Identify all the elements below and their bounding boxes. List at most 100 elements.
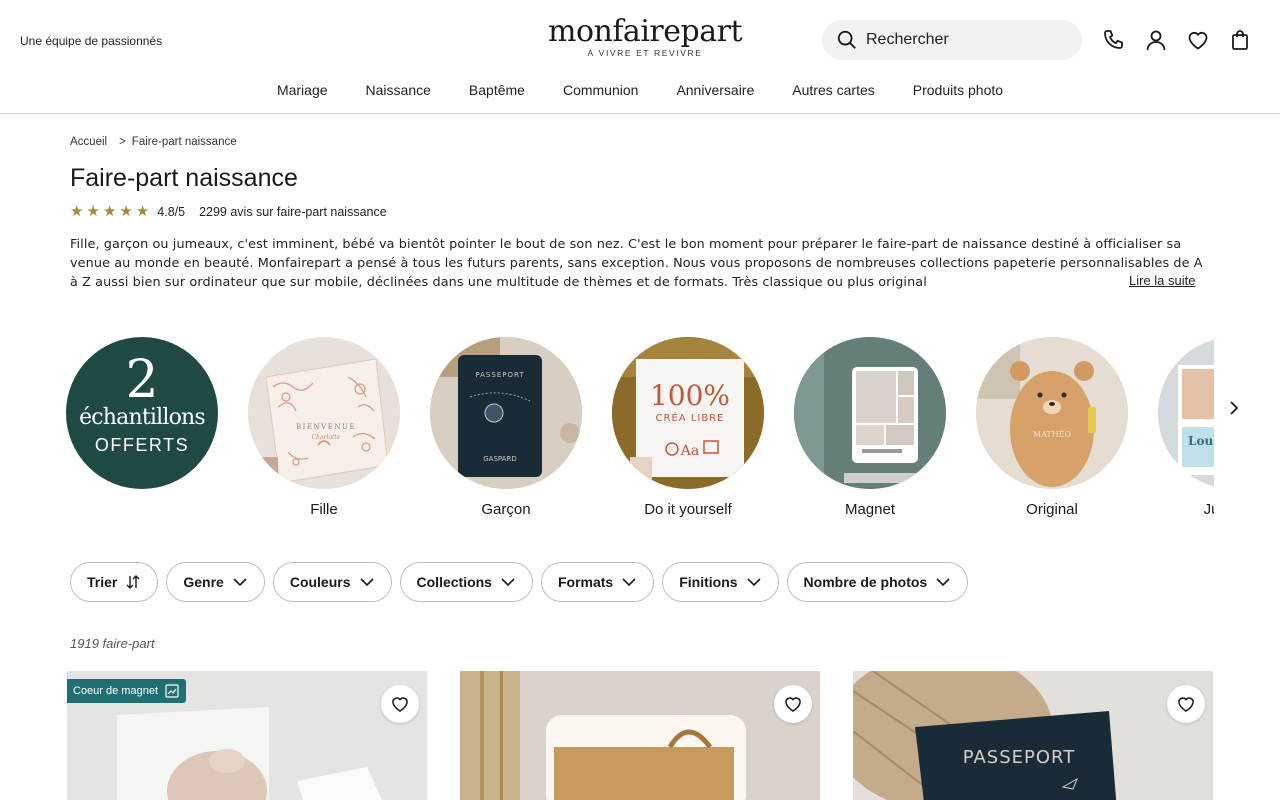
rating-summary[interactable]: ★ ★ ★ ★ ★ 4.8/5 2299 avis sur faire-part… bbox=[70, 204, 387, 220]
header-tagline: Une équipe de passionnés bbox=[20, 34, 163, 48]
bag-icon[interactable] bbox=[1228, 28, 1252, 52]
filter-formats[interactable]: Formats bbox=[540, 562, 655, 602]
category-carousel: 2 échantillons OFFERTS BIENVENUE Charlot… bbox=[66, 337, 1214, 527]
filter-bar: Trier Genre Couleurs Collections Formats… bbox=[70, 562, 969, 602]
rating-reviews-count: 2299 avis sur faire-part naissance bbox=[199, 205, 387, 219]
star-icon: ★ bbox=[102, 203, 117, 220]
carousel-next-button[interactable] bbox=[1222, 396, 1246, 420]
read-more-link[interactable]: Lire la suite bbox=[1118, 273, 1196, 288]
site-logo[interactable]: monfairepart À VIVRE ET REVIVRE bbox=[540, 14, 750, 58]
nav-item-naissance[interactable]: Naissance bbox=[347, 80, 450, 102]
chevron-down-icon bbox=[359, 578, 374, 587]
star-icon: ★ bbox=[70, 203, 84, 220]
category-original[interactable]: MATHÉO Original bbox=[976, 337, 1128, 518]
filter-couleurs[interactable]: Couleurs bbox=[272, 562, 392, 602]
category-jumeaux[interactable]: Lou Jumeaux bbox=[1158, 337, 1214, 518]
promo-number: 2 bbox=[125, 350, 159, 410]
product-card[interactable]: Coeur de magnet bbox=[67, 671, 427, 800]
category-jumeaux-image: Lou bbox=[1158, 337, 1214, 489]
chevron-down-icon bbox=[622, 578, 636, 587]
category-fille-image: BIENVENUE Charlotte bbox=[248, 337, 400, 489]
category-diy-image: 100% CRÉA LIBRE Aa bbox=[612, 337, 764, 489]
category-original-image: MATHÉO bbox=[976, 337, 1128, 489]
favorite-button[interactable] bbox=[774, 685, 812, 723]
category-label: Fille bbox=[310, 501, 338, 518]
passport-title: PASSEPORT bbox=[475, 371, 524, 379]
star-icon: ★ bbox=[119, 203, 133, 220]
product-card-text: PASSEPORT bbox=[963, 747, 1075, 768]
nav-item-mariage[interactable]: Mariage bbox=[258, 80, 347, 102]
filter-label: Genre bbox=[183, 574, 224, 590]
diy-card-big: 100% bbox=[650, 379, 730, 412]
floral-card-illustration: BIENVENUE Charlotte bbox=[248, 337, 400, 489]
nav-item-communion[interactable]: Communion bbox=[544, 80, 657, 102]
search-icon bbox=[837, 30, 856, 49]
chevron-right-icon bbox=[1230, 401, 1239, 415]
svg-text:Lou: Lou bbox=[1188, 434, 1213, 448]
heart-icon bbox=[1178, 697, 1194, 712]
category-label: Original bbox=[1026, 501, 1078, 518]
svg-text:Charlotte: Charlotte bbox=[312, 434, 341, 441]
passport-name: GASPARD bbox=[483, 455, 516, 463]
category-label: Garçon bbox=[481, 501, 531, 518]
star-icon: ★ bbox=[135, 203, 150, 220]
category-do-it-yourself[interactable]: 100% CRÉA LIBRE Aa Do it yourself bbox=[612, 337, 764, 518]
twins-card-illustration: Lou bbox=[1158, 337, 1214, 489]
breadcrumb-separator: > bbox=[119, 136, 126, 148]
category-label: Do it yourself bbox=[644, 501, 732, 518]
product-badge: Coeur de magnet bbox=[67, 679, 186, 703]
favorite-button[interactable] bbox=[381, 685, 419, 723]
breadcrumb-current: Faire-part naissance bbox=[131, 136, 237, 148]
filter-finitions[interactable]: Finitions bbox=[662, 562, 779, 602]
product-image: PASSEPORT bbox=[853, 671, 1213, 800]
filter-label: Finitions bbox=[679, 574, 738, 590]
magnet-icon bbox=[165, 684, 179, 698]
product-image bbox=[460, 671, 820, 800]
nav-item-bapteme[interactable]: Baptême bbox=[450, 80, 544, 102]
category-magnet-image bbox=[794, 337, 946, 489]
category-garcon[interactable]: PASSEPORT GASPARD Garçon bbox=[430, 337, 582, 518]
magnet-card-illustration bbox=[794, 337, 946, 489]
product-card[interactable]: PASSEPORT bbox=[853, 671, 1213, 800]
search-bar[interactable]: Rechercher bbox=[822, 20, 1082, 60]
site-header: Une équipe de passionnés monfairepart À … bbox=[0, 0, 1280, 114]
filter-nombre-de-photos[interactable]: Nombre de photos bbox=[786, 562, 969, 602]
bear-card-illustration: MATHÉO bbox=[976, 337, 1128, 489]
samples-promo-circle: 2 échantillons OFFERTS bbox=[66, 337, 218, 489]
results-count: 1919 faire-part bbox=[70, 636, 155, 651]
samples-promo[interactable]: 2 échantillons OFFERTS bbox=[66, 337, 218, 489]
heart-icon[interactable] bbox=[1186, 28, 1210, 52]
filter-label: Nombre de photos bbox=[803, 574, 928, 590]
favorite-button[interactable] bbox=[1167, 685, 1205, 723]
sort-icon bbox=[126, 575, 140, 589]
filter-collections[interactable]: Collections bbox=[399, 562, 533, 602]
sort-label: Trier bbox=[87, 574, 118, 590]
rating-stars: ★ ★ ★ ★ ★ bbox=[70, 204, 149, 220]
chevron-down-icon bbox=[233, 578, 247, 587]
filter-label: Formats bbox=[557, 574, 614, 590]
filter-label: Couleurs bbox=[289, 574, 351, 590]
breadcrumb: Accueil > Faire-part naissance bbox=[70, 136, 237, 148]
page-title: Faire-part naissance bbox=[70, 164, 298, 192]
filter-genre[interactable]: Genre bbox=[166, 562, 265, 602]
category-garcon-image: PASSEPORT GASPARD bbox=[430, 337, 582, 489]
heart-icon bbox=[392, 697, 408, 712]
nav-item-autres-cartes[interactable]: Autres cartes bbox=[773, 80, 893, 102]
fille-card-text: BIENVENUE bbox=[296, 423, 356, 431]
product-card[interactable] bbox=[460, 671, 820, 800]
chevron-down-icon bbox=[746, 578, 761, 587]
account-icon[interactable] bbox=[1144, 28, 1168, 52]
nav-item-anniversaire[interactable]: Anniversaire bbox=[657, 80, 773, 102]
promo-offer: OFFERTS bbox=[94, 435, 190, 455]
category-fille[interactable]: BIENVENUE Charlotte Fille bbox=[248, 337, 400, 518]
sort-button[interactable]: Trier bbox=[70, 562, 159, 602]
nav-item-produits-photo[interactable]: Produits photo bbox=[894, 80, 1022, 102]
rating-score: 4.8/5 bbox=[157, 205, 186, 219]
breadcrumb-home[interactable]: Accueil bbox=[70, 136, 107, 148]
phone-icon[interactable] bbox=[1102, 28, 1126, 52]
category-label: Jumeaux bbox=[1203, 501, 1214, 518]
svg-text:CRÉA LIBRE: CRÉA LIBRE bbox=[656, 411, 725, 424]
star-icon: ★ bbox=[86, 203, 100, 220]
chevron-down-icon bbox=[501, 578, 515, 587]
category-magnet[interactable]: Magnet bbox=[794, 337, 946, 518]
